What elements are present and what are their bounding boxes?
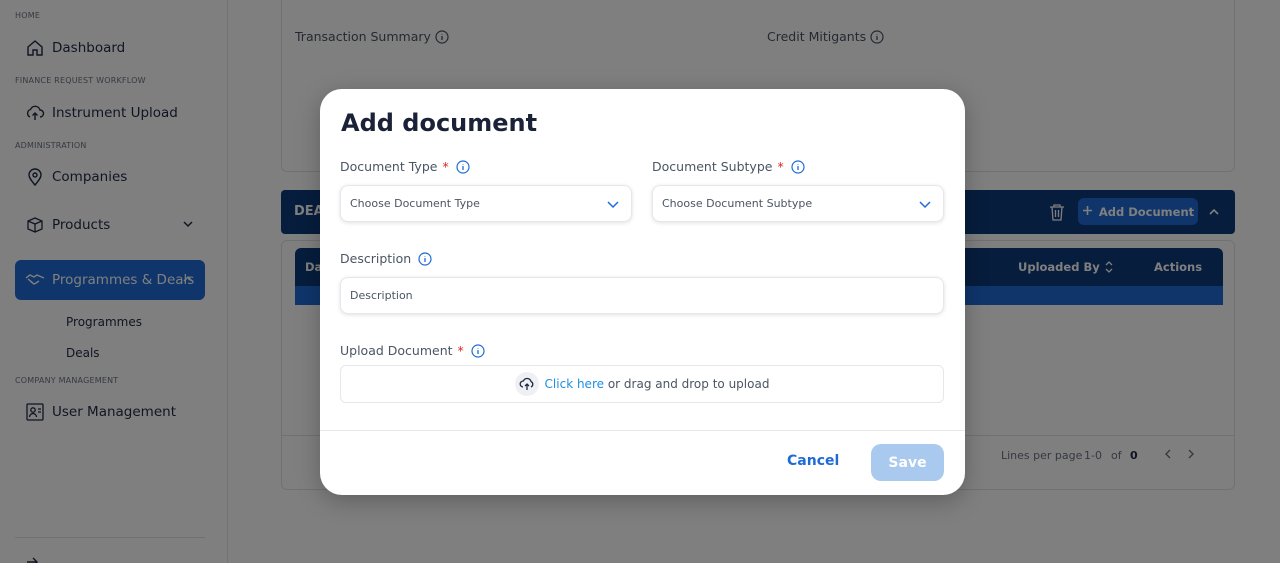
required-asterisk: * <box>457 343 464 358</box>
document-type-select[interactable]: Choose Document Type <box>340 185 632 222</box>
document-type-label: Document Type * <box>340 159 470 174</box>
description-input[interactable]: Description <box>340 277 944 314</box>
info-icon[interactable] <box>791 159 805 174</box>
info-icon[interactable] <box>456 159 470 174</box>
upload-hint: or drag and drop to upload <box>607 377 770 391</box>
upload-dropzone[interactable]: Click here or drag and drop to upload <box>340 365 944 403</box>
info-icon[interactable] <box>418 251 432 266</box>
info-icon[interactable] <box>471 343 485 358</box>
save-button[interactable]: Save <box>871 444 944 481</box>
chevron-down-icon <box>918 197 932 214</box>
cancel-button[interactable]: Cancel <box>787 453 839 469</box>
modal-footer-divider <box>320 430 965 431</box>
chevron-down-icon <box>606 197 620 214</box>
upload-document-label: Upload Document * <box>340 343 485 358</box>
add-document-modal: Add document Document Type * Choose Docum… <box>320 89 965 495</box>
document-subtype-select[interactable]: Choose Document Subtype <box>652 185 944 222</box>
document-subtype-label: Document Subtype * <box>652 159 805 174</box>
cloud-upload-icon <box>514 372 539 396</box>
description-label: Description <box>340 251 432 266</box>
modal-title: Add document <box>341 109 538 137</box>
upload-link[interactable]: Click here <box>545 377 604 391</box>
required-asterisk: * <box>442 159 449 174</box>
required-asterisk: * <box>777 159 784 174</box>
